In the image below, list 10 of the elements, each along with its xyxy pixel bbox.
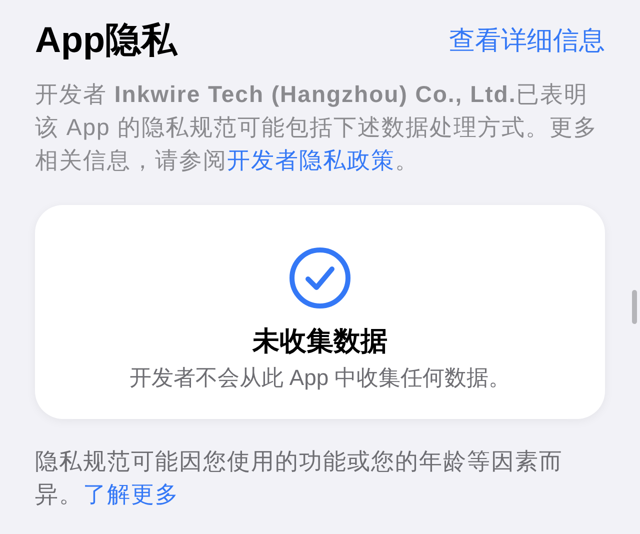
- card-title: 未收集数据: [252, 325, 388, 358]
- card-subtitle: 开发者不会从此 App 中收集任何数据。: [129, 364, 511, 392]
- privacy-policy-link[interactable]: 开发者隐私政策: [227, 147, 395, 173]
- checkmark-icon: [289, 247, 351, 309]
- learn-more-link[interactable]: 了解更多: [83, 481, 179, 507]
- details-link[interactable]: 查看详细信息: [449, 14, 605, 66]
- section-title: App隐私: [35, 18, 177, 62]
- footer-note: 隐私规范可能因您使用的功能或您的年龄等因素而异。了解更多: [35, 447, 564, 509]
- scroll-indicator: [632, 290, 637, 324]
- privacy-description: 开发者 Inkwire Tech (Hangzhou) Co., Ltd.已表明该 App 的隐私规范可能包括下述数据处理方式。更多相关信息，请参阅开发者隐私政策。: [35, 80, 599, 175]
